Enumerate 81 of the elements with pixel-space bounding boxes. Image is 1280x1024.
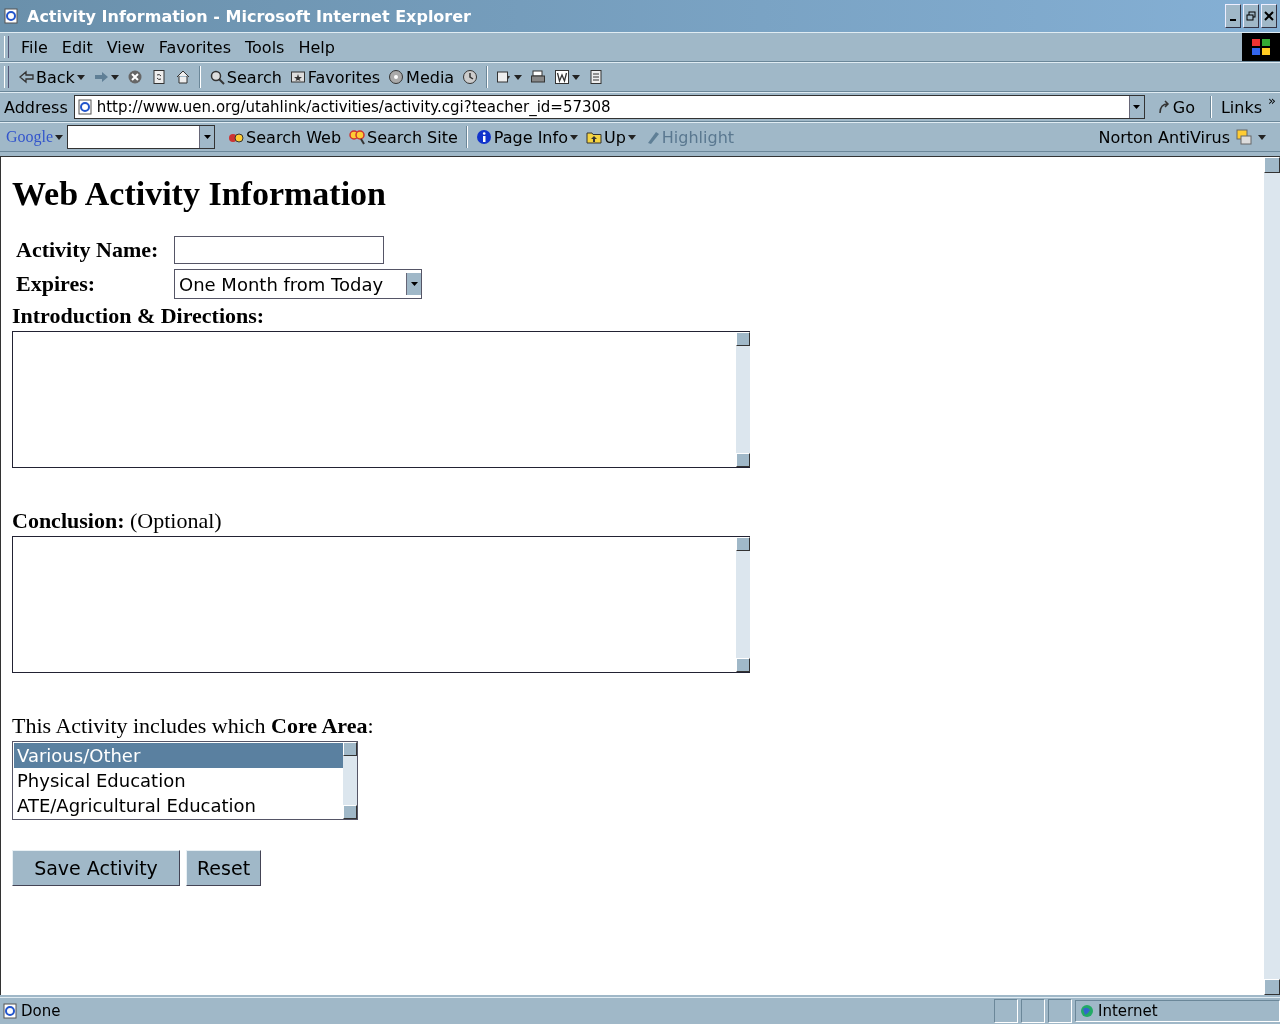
page-info-button[interactable]: Page Info [472,125,581,149]
menu-item[interactable]: Tools [239,35,291,59]
caret-icon[interactable] [572,74,581,80]
page-info-icon [475,129,492,145]
window-title: Activity Information - Microsoft Internet Explorer [27,6,472,26]
caret-icon[interactable] [569,134,578,140]
media-button[interactable]: Media [385,65,458,89]
form-button[interactable]: Reset [186,850,262,886]
stop-icon [126,69,143,85]
field-label: Expires: [16,271,97,297]
listbox-scrollbar[interactable] [343,742,357,819]
menu-item[interactable]: Edit [55,35,99,59]
page-icon [3,8,19,24]
up-icon [585,129,602,145]
field-label: Activity Name: [16,237,160,263]
page-icon [2,1003,18,1019]
back-button[interactable]: Back [15,65,88,89]
field-label: Introduction & Directions: [12,303,266,329]
field-label: Conclusion: (Optional) [12,508,223,534]
menu-item[interactable]: File [15,35,54,59]
page-heading: Web Activity Information [12,175,387,213]
menu-item[interactable]: Help [292,35,341,59]
restore-button[interactable] [1243,4,1259,28]
activity-name-field[interactable] [174,236,384,264]
scroll-up-button[interactable] [343,742,357,756]
search-button[interactable]: Search [205,65,285,89]
list-option[interactable]: ATE/Agricultural Education [14,793,343,818]
minimize-icon [1230,19,1236,21]
minimize-button[interactable] [1225,4,1241,28]
form-button[interactable]: Save Activity [12,850,180,886]
media-icon [388,69,405,85]
restore-icon [1246,11,1256,21]
back-icon [18,69,34,85]
norton-antivirus-button[interactable]: Norton AntiVirus [1094,127,1280,147]
home-icon [174,69,191,85]
search-site-icon [349,129,366,145]
caret-icon[interactable] [55,134,64,140]
refresh-icon [150,69,167,85]
search-site-button[interactable]: Search Site [346,125,461,149]
search-web-button[interactable]: Search Web [225,125,345,149]
google-search-field[interactable] [67,125,216,149]
go-button[interactable]: Go [1146,97,1205,117]
favorites-button[interactable]: Favorites [286,65,384,89]
core-area-prompt: This Activity includes which Core Area: [12,713,375,739]
globe-icon [1080,1004,1094,1018]
list-option[interactable]: Physical Education [14,768,343,793]
discuss-icon [588,69,605,85]
word-icon [554,69,571,85]
windows-logo-icon [1242,33,1280,61]
expires-dropdown[interactable]: One Month from Today [174,269,422,299]
close-icon [1264,11,1274,21]
address-field[interactable]: http://www.uen.org/utahlink/activities/activity.cgi?teacher_id=57308 [73,95,1145,119]
vertical-scrollbar[interactable] [1264,157,1280,995]
links-button[interactable]: Links [1216,97,1267,117]
close-button[interactable] [1261,4,1277,28]
list-option[interactable]: Various/Other [14,743,343,768]
search-icon [208,69,225,85]
caret-icon[interactable] [627,134,636,140]
core-area-listbox[interactable]: Various/Other Physical Education ATE/Agricultural Education [12,741,358,820]
caret-icon[interactable] [76,74,85,80]
status-panel [1048,999,1072,1023]
status-text: Done [21,1002,61,1020]
zone-text: Internet [1098,1002,1158,1020]
status-panel [994,999,1018,1023]
status-panel [1021,999,1045,1023]
history-icon [462,69,479,85]
print-icon [530,69,547,85]
caret-icon[interactable] [514,74,523,80]
up-button[interactable]: Up [582,125,639,149]
favorites-icon [289,69,306,85]
menu-item[interactable]: Favorites [152,35,237,59]
go-arrow-icon [1156,100,1171,114]
forward-icon [92,69,109,85]
menu-item[interactable]: View [100,35,151,59]
page-icon [76,99,93,115]
more-chevron[interactable]: » [1268,93,1276,108]
shield-icon [1236,129,1252,145]
caret-icon[interactable] [1258,134,1266,140]
address-label: Address [4,97,68,117]
mail-icon [496,69,513,85]
scroll-down-button[interactable] [343,805,357,819]
